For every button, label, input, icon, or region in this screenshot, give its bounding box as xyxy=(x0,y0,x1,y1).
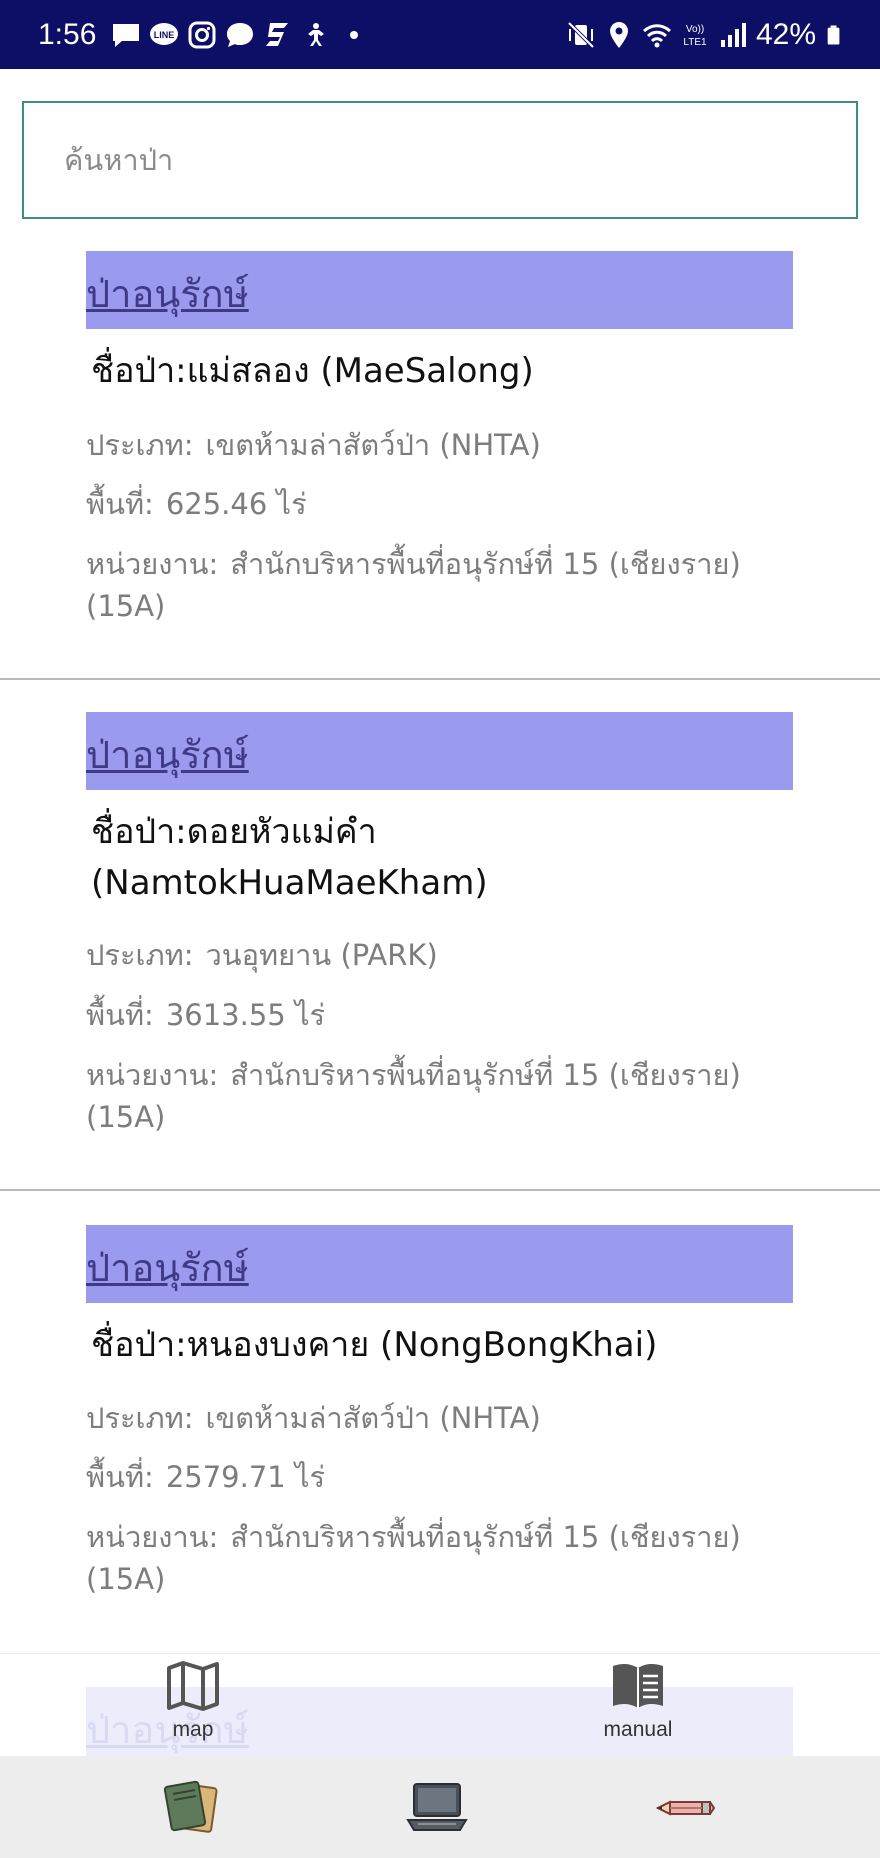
forest-area-label: พื้นที่: xyxy=(86,998,154,1032)
forest-agency-label: หน่วยงาน: xyxy=(86,1520,219,1554)
laptop-icon xyxy=(406,1783,468,1831)
instagram-icon xyxy=(188,21,216,49)
forest-agency: หน่วยงาน: สำนักบริหารพื้นที่อนุรักษ์ที่ 1… xyxy=(86,1054,806,1138)
section-nav: map manual xyxy=(0,1653,880,1756)
s-app-icon xyxy=(266,23,288,46)
books-tab[interactable] xyxy=(158,1774,228,1840)
svg-text:Vo)): Vo)) xyxy=(686,24,704,35)
map-icon xyxy=(167,1661,219,1711)
forest-tag: ป่าอนุรักษ์ xyxy=(86,251,793,329)
forest-card[interactable]: ป่าอนุรักษ์ ชื่อป่า:ดอยหัวแม่คำ (NamtokH… xyxy=(0,680,880,1190)
forest-type: ประเภท: วนอุทยาน (PARK) xyxy=(86,934,806,976)
message-icon xyxy=(113,24,139,47)
forest-type-label: ประเภท: xyxy=(86,938,194,972)
bottom-tab-bar xyxy=(0,1756,880,1858)
forest-type: ประเภท: เขตห้ามล่าสัตว์ป่า (NHTA) xyxy=(86,1397,806,1439)
map-nav-label: map xyxy=(172,1718,214,1741)
mute-vibrate-icon xyxy=(567,21,595,49)
status-bar: 1:56 LINE Vo)) LTE1 42% xyxy=(0,0,880,69)
search-input[interactable] xyxy=(24,103,856,217)
svg-text:LINE: LINE xyxy=(154,30,175,40)
books-icon xyxy=(163,1780,218,1833)
forest-name: ชื่อป่า:แม่สลอง (MaeSalong) xyxy=(91,351,534,391)
forest-type-label: ประเภท: xyxy=(86,428,194,462)
manual-nav-label: manual xyxy=(603,1718,673,1741)
forest-tag: ป่าอนุรักษ์ xyxy=(86,712,793,790)
forest-name: ชื่อป่า:หนองบงคาย (NongBongKhai) xyxy=(91,1325,658,1365)
forest-type: ประเภท: เขตห้ามล่าสัตว์ป่า (NHTA) xyxy=(86,424,806,466)
forest-type-value: เขตห้ามล่าสัตว์ป่า (NHTA) xyxy=(205,1401,541,1435)
pencil-tab[interactable] xyxy=(652,1774,722,1840)
wifi-icon xyxy=(642,24,671,48)
forest-area: พื้นที่: 2579.71 ไร่ xyxy=(86,1456,806,1498)
chat-bubble-icon xyxy=(227,23,253,47)
line-icon: LINE xyxy=(150,23,178,45)
book-icon xyxy=(613,1663,663,1708)
search-box[interactable] xyxy=(22,101,858,219)
forest-type-value: เขตห้ามล่าสัตว์ป่า (NHTA) xyxy=(205,428,541,462)
forest-name: ชื่อป่า:ดอยหัวแม่คำ (NamtokHuaMaeKham) xyxy=(91,812,488,903)
forest-area-label: พื้นที่: xyxy=(86,1460,154,1494)
battery-icon xyxy=(827,25,840,45)
forest-type-label: ประเภท: xyxy=(86,1401,194,1435)
forest-area-label: พื้นที่: xyxy=(86,487,154,521)
forest-tag: ป่าอนุรักษ์ xyxy=(86,1225,793,1303)
laptop-tab[interactable] xyxy=(402,1774,472,1840)
notification-icons: LINE xyxy=(110,20,370,50)
system-icons: Vo)) LTE1 42% xyxy=(566,18,846,52)
forest-tag-label[interactable]: ป่าอนุรักษ์ xyxy=(86,263,249,324)
volte-icon: Vo)) LTE1 xyxy=(683,24,707,48)
forest-area: พื้นที่: 625.46 ไร่ xyxy=(86,483,806,525)
map-nav-button[interactable]: map xyxy=(113,1654,273,1757)
forest-area-value: 2579.71 ไร่ xyxy=(165,1460,326,1494)
forest-agency-label: หน่วยงาน: xyxy=(86,1058,219,1092)
svg-text:LTE1: LTE1 xyxy=(683,37,707,48)
forest-area-value: 625.46 ไร่ xyxy=(165,487,307,521)
manual-nav-button[interactable]: manual xyxy=(558,1654,718,1757)
status-time: 1:56 xyxy=(38,18,97,51)
forest-type-value: วนอุทยาน (PARK) xyxy=(205,938,438,972)
forest-tag-label[interactable]: ป่าอนุรักษ์ xyxy=(86,1237,249,1298)
forest-area-value: 3613.55 ไร่ xyxy=(165,998,326,1032)
dot-icon xyxy=(350,31,358,39)
forest-card[interactable]: ป่าอนุรักษ์ ชื่อป่า:หนองบงคาย (NongBongK… xyxy=(0,1191,880,1661)
location-icon xyxy=(609,22,628,48)
accessibility-icon xyxy=(308,23,324,46)
forest-card[interactable]: ป่าอนุรักษ์ ชื่อป่า:แม่สลอง (MaeSalong) … xyxy=(0,250,880,680)
forest-tag-label[interactable]: ป่าอนุรักษ์ xyxy=(86,724,249,785)
forest-agency: หน่วยงาน: สำนักบริหารพื้นที่อนุรักษ์ที่ 1… xyxy=(86,543,806,627)
battery-percentage: 42% xyxy=(755,18,816,51)
forest-agency-label: หน่วยงาน: xyxy=(86,547,219,581)
pencil-icon xyxy=(655,1800,716,1816)
signal-icon xyxy=(720,23,746,47)
forest-area: พื้นที่: 3613.55 ไร่ xyxy=(86,994,806,1036)
forest-agency: หน่วยงาน: สำนักบริหารพื้นที่อนุรักษ์ที่ 1… xyxy=(86,1516,806,1600)
